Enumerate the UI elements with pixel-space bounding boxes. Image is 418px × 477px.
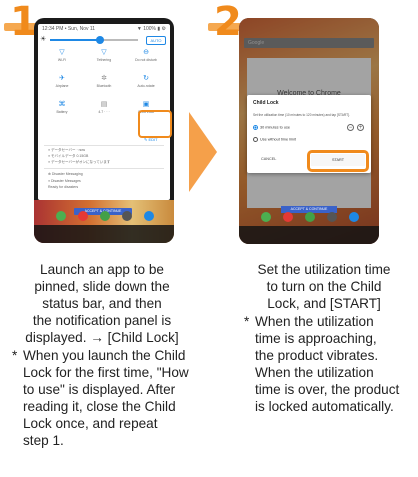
note-line: the product vibrates. xyxy=(255,348,379,363)
note-line: to use" is displayed. After xyxy=(23,382,176,397)
do-not-disturb-icon: ⊖ xyxy=(143,49,149,56)
step-2-number: 2 xyxy=(214,0,242,45)
phone-screenshot-notification-panel: 12:34 PM • Sun, Nov 11 ▼ 100% ▮ ⚙ ☀ AUTO… xyxy=(34,18,174,243)
quick-setting-tile[interactable]: ✲ Bluetooth xyxy=(86,74,122,96)
caption-line: the notification panel is xyxy=(32,313,172,328)
notification-panel: 12:34 PM • Sun, Nov 11 ▼ 100% ▮ ⚙ ☀ AUTO… xyxy=(38,24,172,200)
note-mark: * xyxy=(244,314,250,329)
navigation-bar xyxy=(239,226,379,244)
status-time: 12:34 PM • Sun, Nov 11 xyxy=(42,26,96,32)
apps-app-icon[interactable] xyxy=(349,212,359,222)
step-2-note: * When the utilization time is approachi… xyxy=(244,313,416,415)
auto-brightness-button[interactable]: AUTO xyxy=(146,36,166,45)
note-line: Lock once, and repeat xyxy=(23,416,158,431)
radio-selected-icon[interactable] xyxy=(253,125,258,130)
notification-line: ≡ モバイルデータ 0.15GB xyxy=(48,154,89,158)
note-mark: * xyxy=(12,348,18,363)
bluetooth-icon: ✲ xyxy=(101,75,107,82)
tile-label: Battery xyxy=(56,110,68,114)
notification-line: ≡ Disaster Messages xyxy=(48,179,81,183)
camera-app-icon[interactable] xyxy=(122,211,132,221)
notification-line: ≡ データセーバー · now xyxy=(48,148,86,152)
notification-line: ⊕ Disaster Messaging xyxy=(48,172,83,176)
step-2-instructions: Set the utilization time to turn on the … xyxy=(232,261,416,312)
quick-setting-tile[interactable]: ✈ Airplane xyxy=(44,74,80,96)
phone-app-icon[interactable] xyxy=(56,211,66,221)
brightness-slider[interactable] xyxy=(50,36,138,44)
caption-line: Lock, and [START] xyxy=(267,296,381,311)
messages-app-icon[interactable] xyxy=(100,211,110,221)
step-1-caption: Launch an app to be pinned, slide down t… xyxy=(4,261,200,449)
time-limit-option[interactable]: 30 minutes to use xyxy=(253,125,290,130)
start-highlight xyxy=(307,150,369,172)
note-line: When the utilization xyxy=(255,314,374,329)
notification-line: ≡ データセーバーがオンになっています xyxy=(48,160,111,164)
tile-label: 4.7 · · · xyxy=(98,110,110,114)
note-line: Lock for the first time, "How xyxy=(23,365,189,380)
tile-label: Wi-Fi xyxy=(57,58,67,62)
quick-setting-tile[interactable]: ▤ 4.7 · · · xyxy=(86,100,122,122)
divider xyxy=(44,145,164,146)
camera-app-icon[interactable] xyxy=(327,212,337,222)
rotate-icon: ↻ xyxy=(143,75,149,82)
chrome-app-icon[interactable] xyxy=(78,211,88,221)
notification-line: Ready for disasters xyxy=(48,185,79,189)
data-icon: ▤ xyxy=(100,101,108,108)
tile-label: Tethering xyxy=(96,58,112,62)
wifi-icon: ▽ xyxy=(59,49,65,56)
tethering-icon: ▽ xyxy=(101,49,107,56)
tile-label: Bluetooth xyxy=(96,84,112,88)
note-line: time is over, the product xyxy=(255,382,400,397)
tile-label: Auto-rotate xyxy=(137,84,155,88)
step-1-instructions: Launch an app to be pinned, slide down t… xyxy=(4,261,200,346)
navigation-bar xyxy=(34,225,174,243)
radio-unselected-icon[interactable] xyxy=(253,137,258,142)
tile-label: Do not disturb xyxy=(135,58,157,62)
airplane-icon: ✈ xyxy=(59,75,65,82)
note-line: is locked automatically. xyxy=(255,399,394,414)
caption-line: Launch an app to be xyxy=(40,262,164,277)
tile-label: Airplane xyxy=(55,84,69,88)
chrome-app-icon[interactable] xyxy=(283,212,293,222)
plus-icon[interactable]: + xyxy=(357,124,364,131)
caption-line: status bar, and then xyxy=(42,296,162,311)
quick-setting-tile[interactable]: ⌘ Battery xyxy=(44,100,80,122)
messages-app-icon[interactable] xyxy=(305,212,315,222)
no-limit-label: Use without time limit xyxy=(260,137,296,142)
child-lock-highlight xyxy=(138,110,172,138)
edit-button[interactable]: ✎ EDIT xyxy=(144,137,158,142)
slider-knob[interactable] xyxy=(96,36,104,44)
status-bar: 12:34 PM • Sun, Nov 11 ▼ 100% ▮ ⚙ xyxy=(42,26,166,32)
dialog-description: Set the utilization time (10 minutes to … xyxy=(253,113,350,117)
child-lock-icon: ▣ xyxy=(142,101,150,108)
minus-icon[interactable]: − xyxy=(347,124,354,131)
note-line: reading it, close the Child xyxy=(23,399,176,414)
divider xyxy=(44,168,164,169)
step-2-caption: Set the utilization time to turn on the … xyxy=(232,261,416,415)
no-limit-option[interactable]: Use without time limit xyxy=(253,137,296,142)
phone-app-icon[interactable] xyxy=(261,212,271,222)
phone-screenshot-child-lock-dialog: Google Welcome to Chrome Child Lock Set … xyxy=(239,18,379,244)
note-line: time is approaching, xyxy=(255,331,377,346)
next-step-arrow xyxy=(189,112,217,192)
time-limit-label: 30 minutes to use xyxy=(260,125,290,130)
quick-setting-tile[interactable]: ↻ Auto-rotate xyxy=(128,74,164,96)
step-1-note: * When you launch the Child Lock for the… xyxy=(12,347,200,449)
quick-setting-tile[interactable]: ▽ Wi-Fi xyxy=(44,48,80,70)
note-line: When the utilization xyxy=(255,365,374,380)
apps-app-icon[interactable] xyxy=(144,211,154,221)
quick-setting-tile[interactable]: ▽ Tethering xyxy=(86,48,122,70)
quick-setting-tile[interactable]: ⊖ Do not disturb xyxy=(128,48,164,70)
battery-icon: ⌘ xyxy=(58,101,66,108)
caption-line: displayed. → [Child Lock] xyxy=(25,330,179,345)
brightness-icon: ☀ xyxy=(40,36,47,43)
cancel-button[interactable]: CANCEL xyxy=(261,157,276,161)
dialog-title: Child Lock xyxy=(253,100,279,106)
caption-line: to turn on the Child xyxy=(266,279,382,294)
note-line: step 1. xyxy=(23,433,64,448)
caption-line: pinned, slide down the xyxy=(34,279,170,294)
caption-line: Set the utilization time xyxy=(257,262,391,277)
note-line: When you launch the Child xyxy=(23,348,186,363)
status-icons: ▼ 100% ▮ ⚙ xyxy=(136,26,166,32)
